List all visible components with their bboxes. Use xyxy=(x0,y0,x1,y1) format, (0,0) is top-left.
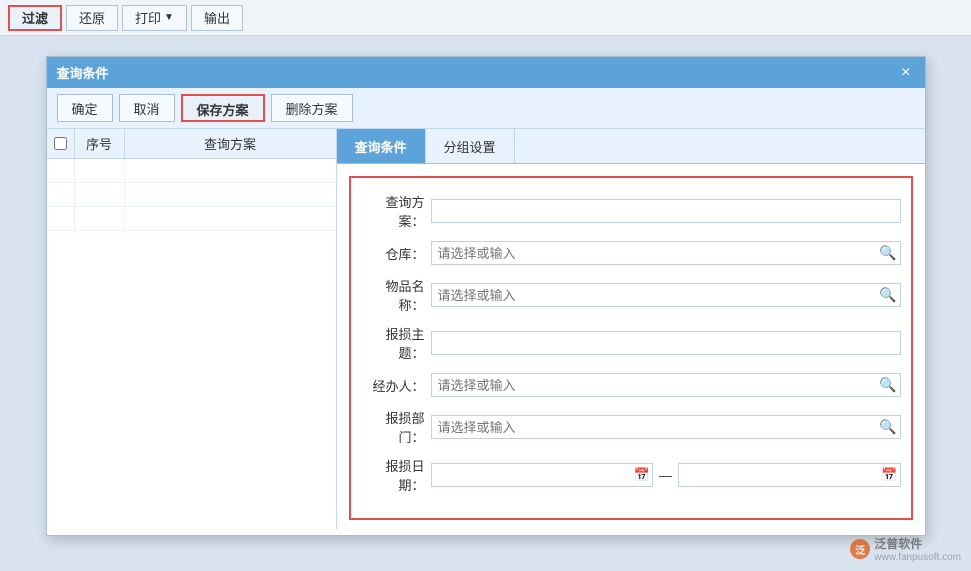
label-warehouse: 仓库： xyxy=(361,244,431,263)
toolbar: 过滤 还原 打印 ▼ 输出 xyxy=(0,0,971,36)
warehouse-search-icon[interactable]: 🔍 xyxy=(877,243,898,264)
filter-button[interactable]: 过滤 xyxy=(8,5,62,31)
watermark-text: 泛普软件 www.fanpusoft.com xyxy=(874,535,961,563)
input-department[interactable] xyxy=(431,415,901,439)
form-row-scheme: 查询方案： xyxy=(361,192,901,230)
restore-button[interactable]: 还原 xyxy=(66,5,118,31)
print-arrow-icon: ▼ xyxy=(164,12,174,23)
left-panel: 序号 查询方案 xyxy=(47,129,337,529)
label-item-name: 物品名称： xyxy=(361,276,431,314)
label-scheme: 查询方案： xyxy=(361,192,431,230)
dialog-body: 序号 查询方案 xyxy=(47,129,925,529)
input-scheme[interactable] xyxy=(431,199,901,223)
handler-search-icon[interactable]: 🔍 xyxy=(877,375,898,396)
label-date: 报损日期： xyxy=(361,456,431,494)
dialog-title: 查询条件 xyxy=(57,63,109,82)
date-from-wrap: 📅 xyxy=(431,463,654,487)
query-form: 查询方案： 仓库： 🔍 物品名称： xyxy=(349,176,913,520)
handler-input-wrap: 🔍 xyxy=(431,373,901,397)
dialog-actionbar: 确定 取消 保存方案 删除方案 xyxy=(47,88,925,129)
item-name-input-wrap: 🔍 xyxy=(431,283,901,307)
label-department: 报损部门： xyxy=(361,408,431,446)
calendar-from-icon[interactable]: 📅 xyxy=(634,467,650,483)
scheme-rows xyxy=(47,159,336,529)
form-row-department: 报损部门： 🔍 xyxy=(361,408,901,446)
print-button[interactable]: 打印 ▼ xyxy=(122,5,187,31)
input-item-name[interactable] xyxy=(431,283,901,307)
watermark: 泛 泛普软件 www.fanpusoft.com xyxy=(850,535,961,563)
form-row-warehouse: 仓库： 🔍 xyxy=(361,240,901,266)
input-subject[interactable] xyxy=(431,331,901,355)
confirm-button[interactable]: 确定 xyxy=(57,94,113,122)
dialog-titlebar: 查询条件 × xyxy=(47,57,925,88)
date-separator: — xyxy=(655,468,676,483)
item-name-search-icon[interactable]: 🔍 xyxy=(877,285,898,306)
dialog: 查询条件 × 确定 取消 保存方案 删除方案 序号 查询方案 xyxy=(46,56,926,536)
watermark-logo-icon: 泛 xyxy=(850,539,870,559)
delete-scheme-button[interactable]: 删除方案 xyxy=(271,94,353,122)
input-warehouse[interactable] xyxy=(431,241,901,265)
scheme-table-header: 序号 查询方案 xyxy=(47,129,336,159)
form-row-handler: 经办人： 🔍 xyxy=(361,372,901,398)
save-scheme-button[interactable]: 保存方案 xyxy=(181,94,265,122)
calendar-to-icon[interactable]: 📅 xyxy=(881,467,897,483)
tabs: 查询条件 分组设置 xyxy=(337,129,925,164)
dialog-overlay: 查询条件 × 确定 取消 保存方案 删除方案 序号 查询方案 xyxy=(0,36,971,571)
department-input-wrap: 🔍 xyxy=(431,415,901,439)
date-to-wrap: 📅 xyxy=(678,463,901,487)
tab-group-settings[interactable]: 分组设置 xyxy=(426,129,515,163)
label-handler: 经办人： xyxy=(361,376,431,395)
date-range-wrap: 📅 — 📅 xyxy=(431,463,901,487)
header-checkbox-col xyxy=(47,129,75,158)
input-date-from[interactable] xyxy=(431,463,654,487)
dialog-close-button[interactable]: × xyxy=(897,64,914,82)
label-subject: 报损主题： xyxy=(361,324,431,362)
export-button[interactable]: 输出 xyxy=(191,5,243,31)
cancel-button[interactable]: 取消 xyxy=(119,94,175,122)
form-row-subject: 报损主题： xyxy=(361,324,901,362)
header-num-col: 序号 xyxy=(75,129,125,158)
right-panel: 查询条件 分组设置 查询方案： 仓库： 🔍 xyxy=(337,129,925,529)
form-row-date: 报损日期： 📅 — 📅 xyxy=(361,456,901,494)
tab-query-conditions[interactable]: 查询条件 xyxy=(337,129,426,163)
input-handler[interactable] xyxy=(431,373,901,397)
warehouse-input-wrap: 🔍 xyxy=(431,241,901,265)
input-date-to[interactable] xyxy=(678,463,901,487)
header-name-col: 查询方案 xyxy=(125,134,336,153)
print-label: 打印 xyxy=(135,8,161,27)
select-all-checkbox[interactable] xyxy=(54,137,67,150)
department-search-icon[interactable]: 🔍 xyxy=(877,417,898,438)
form-row-item-name: 物品名称： 🔍 xyxy=(361,276,901,314)
